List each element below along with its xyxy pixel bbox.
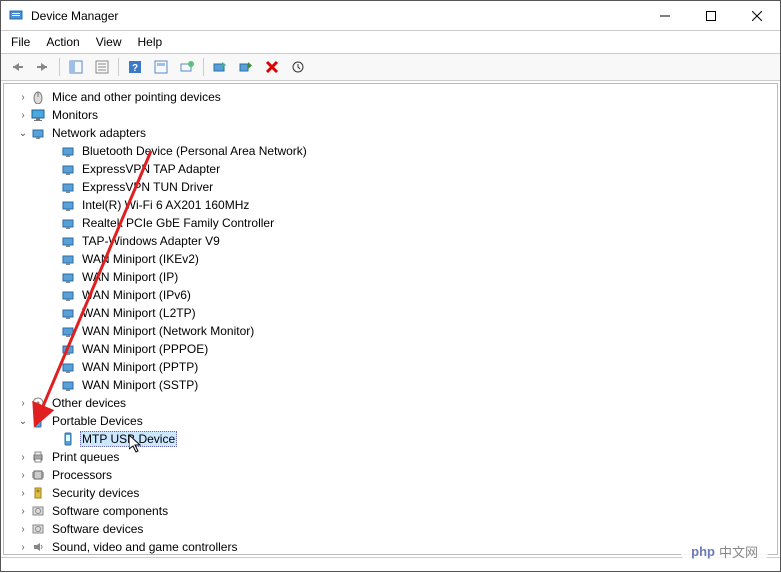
printer-icon bbox=[30, 450, 46, 464]
network-icon bbox=[60, 198, 76, 212]
portable-icon bbox=[60, 432, 76, 446]
tree-item-portable-devices[interactable]: ⌄Portable Devices bbox=[12, 412, 777, 430]
toolbar-separator bbox=[59, 58, 60, 76]
device-tree[interactable]: ›Mice and other pointing devices ›Monito… bbox=[3, 83, 778, 555]
other-icon bbox=[30, 396, 46, 410]
chevron-down-icon[interactable]: ⌄ bbox=[16, 128, 30, 139]
disable-device-button[interactable] bbox=[234, 56, 258, 78]
uninstall-device-button[interactable] bbox=[260, 56, 284, 78]
menu-help[interactable]: Help bbox=[138, 35, 163, 49]
tree-item-intel-wifi[interactable]: Intel(R) Wi-Fi 6 AX201 160MHz bbox=[12, 196, 777, 214]
tree-item-security-devices[interactable]: ›Security devices bbox=[12, 484, 777, 502]
network-icon bbox=[60, 144, 76, 158]
properties-button[interactable] bbox=[90, 56, 114, 78]
tree-item-tap-windows[interactable]: TAP-Windows Adapter V9 bbox=[12, 232, 777, 250]
svg-text:?: ? bbox=[132, 63, 138, 74]
show-hide-button[interactable] bbox=[64, 56, 88, 78]
tree-item-wan-ikev2[interactable]: WAN Miniport (IKEv2) bbox=[12, 250, 777, 268]
tree-item-wan-netmon[interactable]: WAN Miniport (Network Monitor) bbox=[12, 322, 777, 340]
network-icon bbox=[60, 306, 76, 320]
tree-item-wan-l2tp[interactable]: WAN Miniport (L2TP) bbox=[12, 304, 777, 322]
software-icon bbox=[30, 504, 46, 518]
tree-item-processors[interactable]: ›Processors bbox=[12, 466, 777, 484]
forward-button[interactable] bbox=[31, 56, 55, 78]
chevron-right-icon[interactable]: › bbox=[16, 452, 30, 463]
portable-icon bbox=[30, 414, 46, 428]
tree-item-mice[interactable]: ›Mice and other pointing devices bbox=[12, 88, 777, 106]
tree-item-sound[interactable]: ›Sound, video and game controllers bbox=[12, 538, 777, 555]
tree-item-mtp-usb[interactable]: MTP USB Device bbox=[12, 430, 777, 448]
network-icon bbox=[60, 252, 76, 266]
chevron-right-icon[interactable]: › bbox=[16, 470, 30, 481]
watermark-cn: 中文网 bbox=[719, 542, 758, 561]
tree-item-print-queues[interactable]: ›Print queues bbox=[12, 448, 777, 466]
statusbar bbox=[1, 557, 780, 573]
window-buttons bbox=[642, 1, 780, 30]
back-button[interactable] bbox=[5, 56, 29, 78]
titlebar: Device Manager bbox=[1, 1, 780, 31]
tree-item-other-devices[interactable]: ›Other devices bbox=[12, 394, 777, 412]
watermark: php 中文网 bbox=[681, 540, 768, 563]
sound-icon bbox=[30, 540, 46, 554]
network-icon bbox=[60, 342, 76, 356]
tree-item-software-components[interactable]: ›Software components bbox=[12, 502, 777, 520]
network-icon bbox=[60, 270, 76, 284]
menu-file[interactable]: File bbox=[11, 35, 30, 49]
watermark-php: php bbox=[691, 544, 715, 559]
tree-item-software-devices[interactable]: ›Software devices bbox=[12, 520, 777, 538]
tree-item-expressvpn-tap[interactable]: ExpressVPN TAP Adapter bbox=[12, 160, 777, 178]
network-icon bbox=[60, 162, 76, 176]
network-icon bbox=[60, 234, 76, 248]
software-icon bbox=[30, 522, 46, 536]
maximize-button[interactable] bbox=[688, 1, 734, 30]
tree-item-monitors[interactable]: ›Monitors bbox=[12, 106, 777, 124]
window-title: Device Manager bbox=[31, 9, 642, 23]
chevron-right-icon[interactable]: › bbox=[16, 506, 30, 517]
tree-item-wan-ip[interactable]: WAN Miniport (IP) bbox=[12, 268, 777, 286]
network-icon bbox=[60, 360, 76, 374]
network-icon bbox=[60, 180, 76, 194]
chevron-right-icon[interactable]: › bbox=[16, 488, 30, 499]
security-icon bbox=[30, 486, 46, 500]
menu-action[interactable]: Action bbox=[46, 35, 79, 49]
network-icon bbox=[30, 126, 46, 140]
monitor-icon bbox=[30, 108, 46, 122]
tree-item-network-adapters[interactable]: ⌄Network adapters bbox=[12, 124, 777, 142]
app-icon bbox=[9, 8, 25, 24]
tree-item-wan-sstp[interactable]: WAN Miniport (SSTP) bbox=[12, 376, 777, 394]
network-icon bbox=[60, 378, 76, 392]
help-button[interactable]: ? bbox=[123, 56, 147, 78]
update-driver-button[interactable] bbox=[208, 56, 232, 78]
toolbar: ? bbox=[1, 54, 780, 81]
toolbar-more-button[interactable] bbox=[286, 56, 310, 78]
chevron-right-icon[interactable]: › bbox=[16, 542, 30, 553]
network-icon bbox=[60, 324, 76, 338]
menubar: File Action View Help bbox=[1, 31, 780, 54]
toolbar-separator bbox=[118, 58, 119, 76]
tree-item-expressvpn-tun[interactable]: ExpressVPN TUN Driver bbox=[12, 178, 777, 196]
close-button[interactable] bbox=[734, 1, 780, 30]
tree-item-wan-ipv6[interactable]: WAN Miniport (IPv6) bbox=[12, 286, 777, 304]
menu-view[interactable]: View bbox=[96, 35, 122, 49]
chevron-down-icon[interactable]: ⌄ bbox=[16, 416, 30, 427]
tree-item-bluetooth[interactable]: Bluetooth Device (Personal Area Network) bbox=[12, 142, 777, 160]
action-button[interactable] bbox=[149, 56, 173, 78]
toolbar-separator bbox=[203, 58, 204, 76]
chevron-right-icon[interactable]: › bbox=[16, 398, 30, 409]
network-icon bbox=[60, 216, 76, 230]
chevron-right-icon[interactable]: › bbox=[16, 524, 30, 535]
cpu-icon bbox=[30, 468, 46, 482]
tree-item-wan-pppoe[interactable]: WAN Miniport (PPPOE) bbox=[12, 340, 777, 358]
tree-item-realtek[interactable]: Realtek PCIe GbE Family Controller bbox=[12, 214, 777, 232]
network-icon bbox=[60, 288, 76, 302]
chevron-right-icon[interactable]: › bbox=[16, 92, 30, 103]
scan-hardware-button[interactable] bbox=[175, 56, 199, 78]
minimize-button[interactable] bbox=[642, 1, 688, 30]
tree-item-wan-pptp[interactable]: WAN Miniport (PPTP) bbox=[12, 358, 777, 376]
chevron-right-icon[interactable]: › bbox=[16, 110, 30, 121]
mouse-icon bbox=[30, 90, 46, 104]
